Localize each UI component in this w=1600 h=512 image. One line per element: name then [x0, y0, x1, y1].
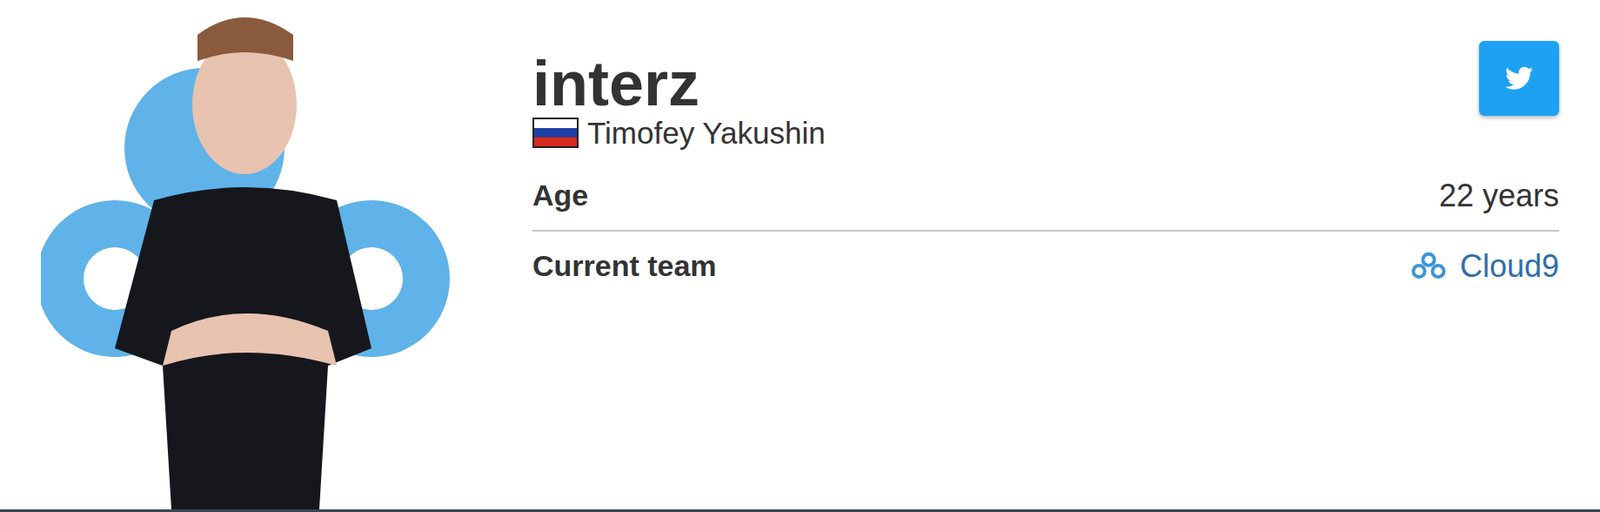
russia-flag-icon [532, 117, 579, 148]
info-label: Age [532, 173, 589, 218]
info-value: 22 years [1439, 172, 1560, 220]
player-nickname: interz [532, 47, 700, 121]
info-label: Current team [532, 243, 717, 288]
team-link[interactable]: Cloud9 [1409, 242, 1560, 290]
cloud9-logo-icon [1409, 250, 1448, 282]
twitter-icon [1505, 66, 1534, 91]
player-real-name: Timofey Yakushin [532, 114, 1560, 152]
player-photo [40, 0, 450, 509]
photo-drawing [40, 0, 450, 509]
player-info: interzTimofey Yakushin Age 22 years Current… [449, 0, 1600, 509]
twitter-button[interactable] [1479, 40, 1560, 116]
player-profile: interzTimofey Yakushin Age 22 years Current… [0, 0, 1600, 512]
info-row: Current team Cloud9 [532, 231, 1560, 302]
info-row: Age 22 years [532, 161, 1560, 232]
